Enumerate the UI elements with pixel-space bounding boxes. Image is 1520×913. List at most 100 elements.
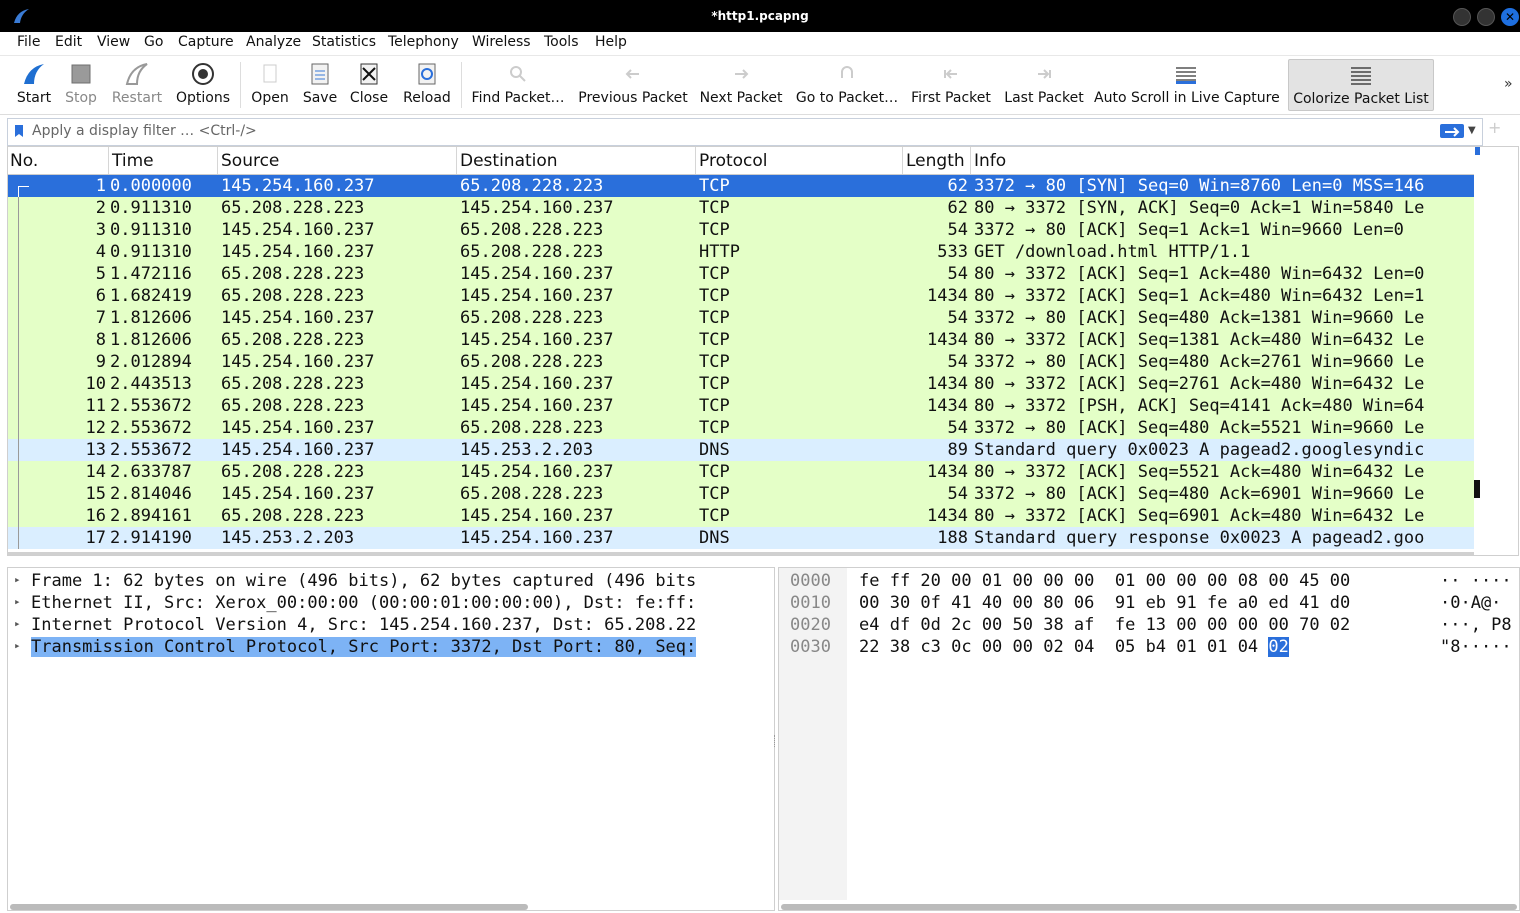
packet-row[interactable]: 3 0.911310 145.254.160.237 65.208.228.223 TC… <box>8 219 1474 241</box>
open-file-button[interactable]: Open <box>248 56 292 112</box>
expand-arrow-icon[interactable]: ▸ <box>14 573 21 586</box>
packet-row[interactable]: 6 1.682419 65.208.228.223 145.254.160.237 TC… <box>8 285 1474 307</box>
cell-info: 3372 → 80 [ACK] Seq=1 Ack=1 Win=9660 Len… <box>974 220 1404 240</box>
maximize-button[interactable] <box>1477 8 1495 26</box>
restart-capture-button[interactable]: Restart <box>108 56 166 112</box>
packet-row[interactable]: 10 2.443513 65.208.228.223 145.254.160.237 T… <box>8 373 1474 395</box>
cell-protocol: TCP <box>699 374 730 394</box>
menu-telephony[interactable]: Telephony <box>388 34 459 50</box>
packet-row[interactable]: 1 0.000000 145.254.160.237 65.208.228.223 TC… <box>8 175 1474 197</box>
menu-go[interactable]: Go <box>144 34 163 50</box>
cell-info: 80 → 3372 [SYN, ACK] Seq=0 Ack=1 Win=584… <box>974 198 1425 218</box>
cell-info: 80 → 3372 [ACK] Seq=6901 Ack=480 Win=643… <box>974 506 1425 526</box>
menu-help[interactable]: Help <box>595 34 627 50</box>
menu-edit[interactable]: Edit <box>55 34 82 50</box>
packet-row[interactable]: 12 2.553672 145.254.160.237 65.208.228.223 T… <box>8 417 1474 439</box>
auto-scroll-button[interactable]: Auto Scroll in Live Capture <box>1094 56 1280 112</box>
menu-tools[interactable]: Tools <box>544 34 579 50</box>
packet-row[interactable]: 8 1.812606 65.208.228.223 145.254.160.237 TC… <box>8 329 1474 351</box>
display-filter-bar[interactable]: Apply a display filter … <Ctrl-/> ▼ <box>7 118 1483 146</box>
packet-row[interactable]: 14 2.633787 65.208.228.223 145.254.160.237 T… <box>8 461 1474 483</box>
hex-byte-selected[interactable]: 02 <box>1268 637 1289 657</box>
next-label: Next Packet <box>699 90 783 106</box>
colorize-packet-list-button[interactable]: Colorize Packet List <box>1288 59 1434 111</box>
start-capture-button[interactable]: Start <box>12 56 56 112</box>
col-time-header[interactable]: Time <box>112 151 154 171</box>
save-file-button[interactable]: Save <box>298 56 342 112</box>
next-packet-button[interactable]: Next Packet <box>697 56 785 112</box>
col-info-header[interactable]: Info <box>974 151 1006 171</box>
close-window-button[interactable]: ✕ <box>1501 8 1519 26</box>
hex-bytes[interactable]: fe ff 20 00 01 00 00 00 01 00 00 00 08 0… <box>859 571 1350 591</box>
menu-file[interactable]: File <box>17 34 40 50</box>
menu-capture[interactable]: Capture <box>178 34 234 50</box>
col-source-header[interactable]: Source <box>221 151 279 171</box>
packet-row[interactable]: 9 2.012894 145.254.160.237 65.208.228.223 TC… <box>8 351 1474 373</box>
col-no-header[interactable]: No. <box>10 151 38 171</box>
ascii-bytes[interactable]: ·0·A@· <box>1440 593 1501 613</box>
detail-text: Ethernet II, Src: Xerox_00:00:00 (00:00:… <box>31 593 697 613</box>
ascii-bytes[interactable]: "8····· <box>1440 637 1512 657</box>
cell-length: 1434 <box>927 330 968 350</box>
bookmark-icon[interactable] <box>14 124 24 138</box>
hex-bytes[interactable]: 00 30 0f 41 40 00 80 06 91 eb 91 fe a0 e… <box>859 593 1350 613</box>
packet-row[interactable]: 13 2.553672 145.254.160.237 145.253.2.203 DN… <box>8 439 1474 461</box>
go-to-packet-button[interactable]: Go to Packet… <box>794 56 900 112</box>
cell-no: 3 <box>95 220 106 240</box>
bytes-h-scrollbar[interactable] <box>781 904 1517 910</box>
conversation-line <box>18 197 19 549</box>
detail-row-tcp[interactable]: ▸ Transmission Control Protocol, Src Por… <box>8 636 774 658</box>
packet-row[interactable]: 11 2.553672 65.208.228.223 145.254.160.237 T… <box>8 395 1474 417</box>
reload-file-button[interactable]: Reload <box>400 56 454 112</box>
last-packet-button[interactable]: Last Packet <box>1002 56 1086 112</box>
packet-row[interactable]: 7 1.812606 145.254.160.237 65.208.228.223 TC… <box>8 307 1474 329</box>
goto-label: Go to Packet… <box>795 90 899 106</box>
ascii-bytes[interactable]: ·· ···· <box>1440 571 1512 591</box>
cell-source: 65.208.228.223 <box>221 198 365 218</box>
filter-dropdown-icon[interactable]: ▼ <box>1468 125 1476 136</box>
packet-row[interactable]: 15 2.814046 145.254.160.237 65.208.228.223 T… <box>8 483 1474 505</box>
col-destination-header[interactable]: Destination <box>460 151 558 171</box>
expand-arrow-icon[interactable]: ▸ <box>14 639 21 652</box>
display-filter-input[interactable]: Apply a display filter … <Ctrl-/> <box>32 123 257 139</box>
packet-row[interactable]: 17 2.914190 145.253.2.203 145.254.160.237 DN… <box>8 527 1474 549</box>
find-packet-button[interactable]: Find Packet… <box>468 56 568 112</box>
cell-length: 1434 <box>927 462 968 482</box>
details-h-scrollbar[interactable] <box>10 904 528 910</box>
stop-capture-button[interactable]: Stop <box>60 56 102 112</box>
first-packet-button[interactable]: First Packet <box>908 56 994 112</box>
apply-filter-button[interactable] <box>1440 124 1464 138</box>
close-file-button[interactable]: Close <box>346 56 392 112</box>
cell-no: 12 <box>85 418 106 438</box>
detail-row-ethernet[interactable]: ▸ Ethernet II, Src: Xerox_00:00:00 (00:0… <box>8 592 774 614</box>
capture-options-button[interactable]: Options <box>172 56 234 112</box>
minimize-button[interactable] <box>1453 8 1471 26</box>
expand-arrow-icon[interactable]: ▸ <box>14 595 21 608</box>
packet-row[interactable]: 2 0.911310 65.208.228.223 145.254.160.237 TC… <box>8 197 1474 219</box>
menu-analyze[interactable]: Analyze <box>246 34 301 50</box>
pane-splitter-handle[interactable] <box>774 735 778 747</box>
add-filter-button-icon[interactable]: + <box>1488 118 1501 137</box>
previous-packet-button[interactable]: Previous Packet <box>575 56 691 112</box>
cell-destination: 65.208.228.223 <box>460 418 604 438</box>
packet-row[interactable]: 16 2.894161 65.208.228.223 145.254.160.237 T… <box>8 505 1474 527</box>
menu-view[interactable]: View <box>97 34 130 50</box>
detail-row-ip[interactable]: ▸ Internet Protocol Version 4, Src: 145.… <box>8 614 774 636</box>
cell-no: 7 <box>95 308 106 328</box>
cell-time: 1.472116 <box>110 264 192 284</box>
packet-row[interactable]: 4 0.911310 145.254.160.237 65.208.228.223 HT… <box>8 241 1474 263</box>
packet-list-v-scrollbar[interactable] <box>1474 147 1482 555</box>
cell-info: 3372 → 80 [SYN] Seq=0 Win=8760 Len=0 MSS… <box>974 176 1425 196</box>
menu-statistics[interactable]: Statistics <box>312 34 376 50</box>
menu-wireless[interactable]: Wireless <box>472 34 531 50</box>
packet-row[interactable]: 5 1.472116 65.208.228.223 145.254.160.237 TC… <box>8 263 1474 285</box>
col-length-header[interactable]: Length <box>906 151 965 171</box>
ascii-bytes[interactable]: ···, P8 <box>1440 615 1512 635</box>
cell-time: 0.911310 <box>110 220 192 240</box>
detail-row-frame[interactable]: ▸ Frame 1: 62 bytes on wire (496 bits), … <box>8 570 774 592</box>
expand-arrow-icon[interactable]: ▸ <box>14 617 21 630</box>
hex-bytes[interactable]: e4 df 0d 2c 00 50 38 af fe 13 00 00 00 0… <box>859 615 1350 635</box>
hex-bytes[interactable]: 22 38 c3 0c 00 00 02 04 05 b4 01 01 04 0… <box>859 637 1289 657</box>
col-protocol-header[interactable]: Protocol <box>699 151 768 171</box>
toolbar-overflow-button[interactable]: » <box>1504 76 1513 92</box>
